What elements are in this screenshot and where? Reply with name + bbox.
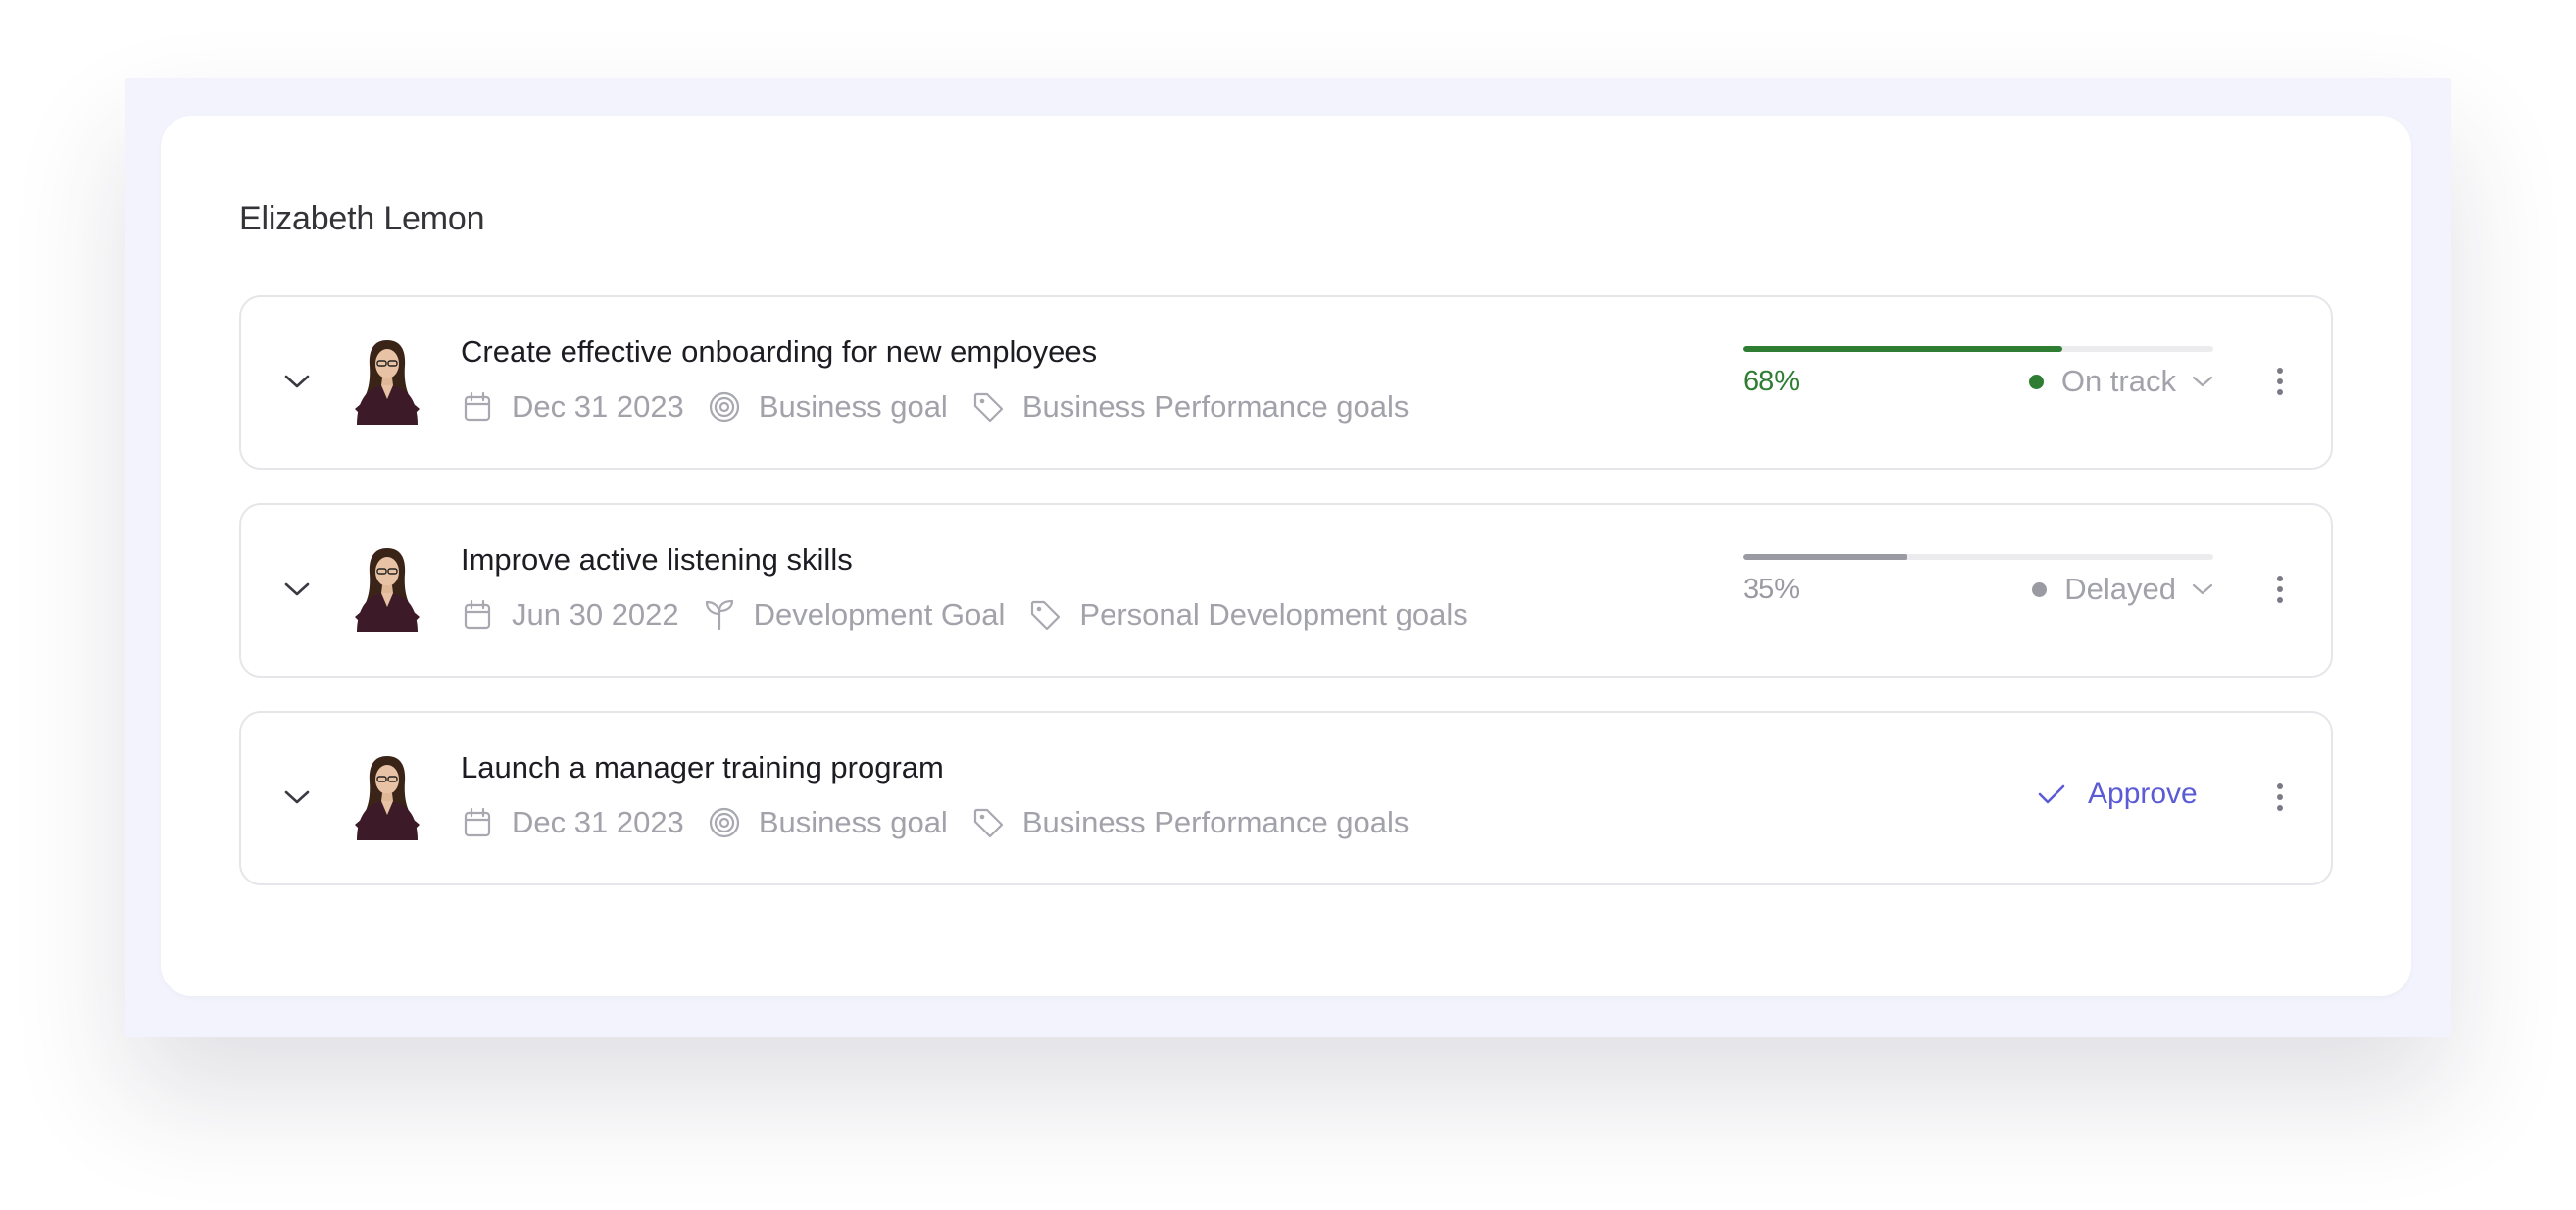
target-icon [708, 390, 741, 424]
goal-meta: Dec 31 2023 Business goal Business Perfo… [461, 803, 1432, 842]
progress-percent: 35% [1743, 574, 1801, 605]
due-date: Dec 31 2023 [512, 805, 684, 839]
goal-title[interactable]: Create effective onboarding for new empl… [461, 334, 1097, 370]
goal-title[interactable]: Launch a manager training program [461, 750, 944, 785]
status-label: Delayed [2064, 572, 2176, 606]
approve-button[interactable]: Approve [2037, 778, 2198, 811]
goal-category: Business Performance goals [1021, 805, 1410, 839]
progress-fill [1743, 554, 1907, 560]
goal-type: Development Goal [753, 597, 1006, 631]
goal-row[interactable]: Improve active listening skills Jun 30 2… [239, 503, 2333, 678]
more-options-icon[interactable] [2266, 778, 2294, 817]
goal-type: Business goal [758, 389, 948, 424]
progress-bar [1743, 346, 2213, 352]
calendar-icon [461, 806, 494, 839]
goal-title[interactable]: Improve active listening skills [461, 542, 853, 578]
goal-row[interactable]: Launch a manager training program Dec 31… [239, 711, 2333, 885]
goal-row[interactable]: Create effective onboarding for new empl… [239, 295, 2333, 470]
more-options-icon[interactable] [2266, 362, 2294, 401]
avatar [347, 752, 427, 840]
calendar-icon [461, 598, 494, 631]
goal-category: Personal Development goals [1079, 597, 1468, 631]
goal-meta: Jun 30 2022 Development Goal Personal De… [461, 595, 1492, 634]
sprout-icon [703, 598, 736, 631]
status-dropdown[interactable]: On track [2028, 364, 2213, 399]
goal-meta: Dec 31 2023 Business goal Business Perfo… [461, 387, 1432, 427]
progress-percent: 68% [1743, 366, 1801, 397]
avatar [347, 544, 427, 632]
progress-bar [1743, 554, 2213, 560]
status-dot [2028, 374, 2044, 389]
due-date: Jun 30 2022 [512, 597, 679, 631]
approve-label: Approve [2088, 778, 2198, 810]
status-label: On track [2060, 364, 2176, 398]
status-dot [2032, 581, 2048, 597]
status-dropdown[interactable]: Delayed [2032, 572, 2213, 607]
calendar-icon [461, 390, 494, 424]
check-icon [2037, 782, 2066, 806]
tag-icon [971, 390, 1005, 424]
due-date: Dec 31 2023 [512, 389, 684, 424]
chevron-down-icon [2192, 375, 2213, 388]
goal-category: Business Performance goals [1021, 389, 1410, 424]
tag-icon [1028, 598, 1062, 631]
progress-fill [1743, 346, 2063, 352]
chevron-down-icon[interactable] [280, 781, 314, 814]
owner-name: Elizabeth Lemon [239, 200, 485, 237]
chevron-down-icon[interactable] [280, 365, 314, 398]
goals-card: Elizabeth Lemon Create effective onboard… [161, 116, 2411, 996]
avatar [347, 336, 427, 425]
target-icon [708, 806, 741, 839]
chevron-down-icon [2192, 582, 2213, 596]
chevron-down-icon[interactable] [280, 573, 314, 606]
progress-block: 68% On track [1743, 346, 2213, 398]
progress-block: 35% Delayed [1743, 554, 2213, 606]
tag-icon [971, 806, 1005, 839]
goal-type: Business goal [758, 805, 948, 839]
more-options-icon[interactable] [2266, 570, 2294, 609]
